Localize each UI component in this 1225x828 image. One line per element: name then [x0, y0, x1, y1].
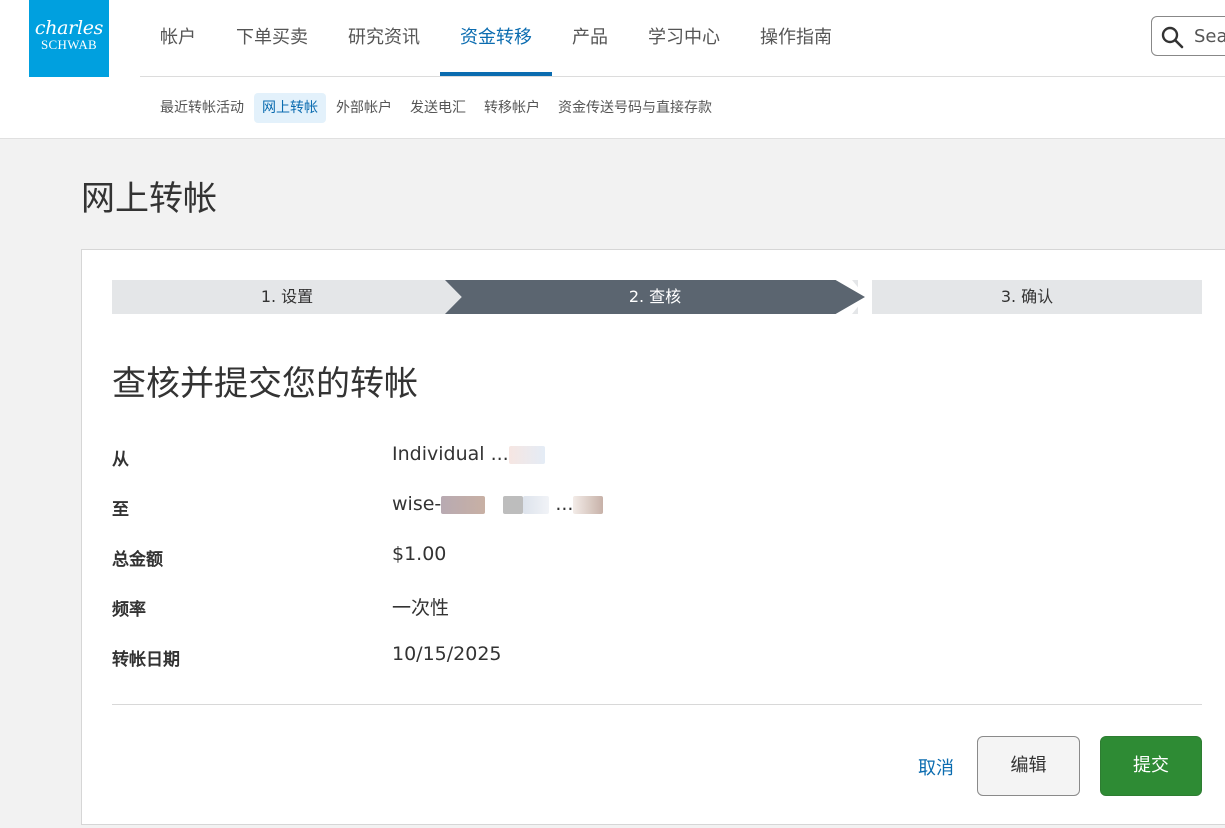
site-header: charles SCHWAB 帐户 下单买卖 研究资讯 资金转移 产品 学习中心… [0, 0, 1225, 139]
redacted-block [503, 495, 524, 514]
page-title: 网上转帐 [81, 179, 217, 219]
from-account-text: Individual ... [392, 443, 509, 465]
nav-item-guide[interactable]: 操作指南 [740, 0, 852, 76]
nav-divider [140, 76, 1225, 77]
nav-item-move-money[interactable]: 资金转移 [440, 0, 552, 76]
subnav-external-accounts[interactable]: 外部帐户 [328, 93, 400, 123]
divider [112, 704, 1202, 705]
cancel-link[interactable]: 取消 [918, 754, 954, 780]
sub-nav: 最近转帐活动 网上转帐 外部帐户 发送电汇 转移帐户 资金传送号码与直接存款 [152, 93, 720, 123]
redacted-block [441, 495, 486, 514]
detail-label-date: 转帐日期 [112, 650, 180, 670]
nav-item-products[interactable]: 产品 [552, 0, 628, 76]
logo-text-schwab: SCHWAB [41, 37, 97, 52]
nav-item-trade[interactable]: 下单买卖 [216, 0, 328, 76]
detail-label-from: 从 [112, 450, 129, 470]
detail-label-frequency: 频率 [112, 600, 146, 620]
logo-text-charles: charles [34, 17, 104, 39]
detail-row-from: 从 Individual ... [112, 443, 1202, 495]
nav-item-learning[interactable]: 学习中心 [628, 0, 740, 76]
redacted-block [523, 495, 550, 514]
detail-value-date: 10/15/2025 [392, 643, 502, 665]
search-placeholder: Sea [1194, 26, 1225, 47]
detail-value-from: Individual ... [392, 443, 545, 465]
to-account-text: wise- [392, 493, 442, 515]
subnav-transfer-account[interactable]: 转移帐户 [476, 93, 548, 123]
nav-item-research[interactable]: 研究资讯 [328, 0, 440, 76]
detail-value-amount: $1.00 [392, 543, 447, 565]
redacted-block [573, 495, 604, 514]
detail-value-to: wise- ... [392, 493, 604, 515]
detail-label-amount: 总金额 [112, 550, 163, 570]
subnav-online-transfer[interactable]: 网上转帐 [254, 93, 326, 123]
search-icon [1161, 26, 1184, 49]
main-nav: 帐户 下单买卖 研究资讯 资金转移 产品 学习中心 操作指南 [140, 0, 852, 76]
transfer-details: 从 Individual ... 至 wise- ... 总金额 $1.00 频… [112, 443, 1202, 695]
step-review: 2. 查核 [445, 280, 865, 314]
schwab-logo[interactable]: charles SCHWAB [29, 0, 109, 77]
detail-row-date: 转帐日期 10/15/2025 [112, 643, 1202, 695]
redacted-block [508, 445, 545, 464]
step-setup: 1. 设置 [112, 280, 462, 314]
subnav-recent-activity[interactable]: 最近转帐活动 [152, 93, 252, 123]
search-input[interactable]: Sea [1151, 16, 1225, 56]
detail-label-to: 至 [112, 500, 129, 520]
transfer-review-card: 1. 设置 3. 确认 2. 查核 查核并提交您的转帐 从 Individual… [81, 249, 1225, 825]
detail-value-frequency: 一次性 [392, 597, 450, 619]
subnav-routing-direct-deposit[interactable]: 资金传送号码与直接存款 [550, 93, 720, 123]
submit-button[interactable]: 提交 [1100, 736, 1202, 796]
detail-row-to: 至 wise- ... [112, 493, 1202, 545]
nav-item-accounts[interactable]: 帐户 [140, 0, 216, 76]
detail-row-amount: 总金额 $1.00 [112, 543, 1202, 595]
step-confirm: 3. 确认 [852, 280, 1202, 314]
section-title: 查核并提交您的转帐 [112, 364, 418, 404]
edit-button[interactable]: 编辑 [977, 736, 1080, 796]
to-account-suffix: ... [555, 493, 574, 515]
progress-stepper: 1. 设置 3. 确认 2. 查核 [112, 280, 1202, 314]
detail-row-frequency: 频率 一次性 [112, 595, 1202, 645]
subnav-send-wire[interactable]: 发送电汇 [402, 93, 474, 123]
